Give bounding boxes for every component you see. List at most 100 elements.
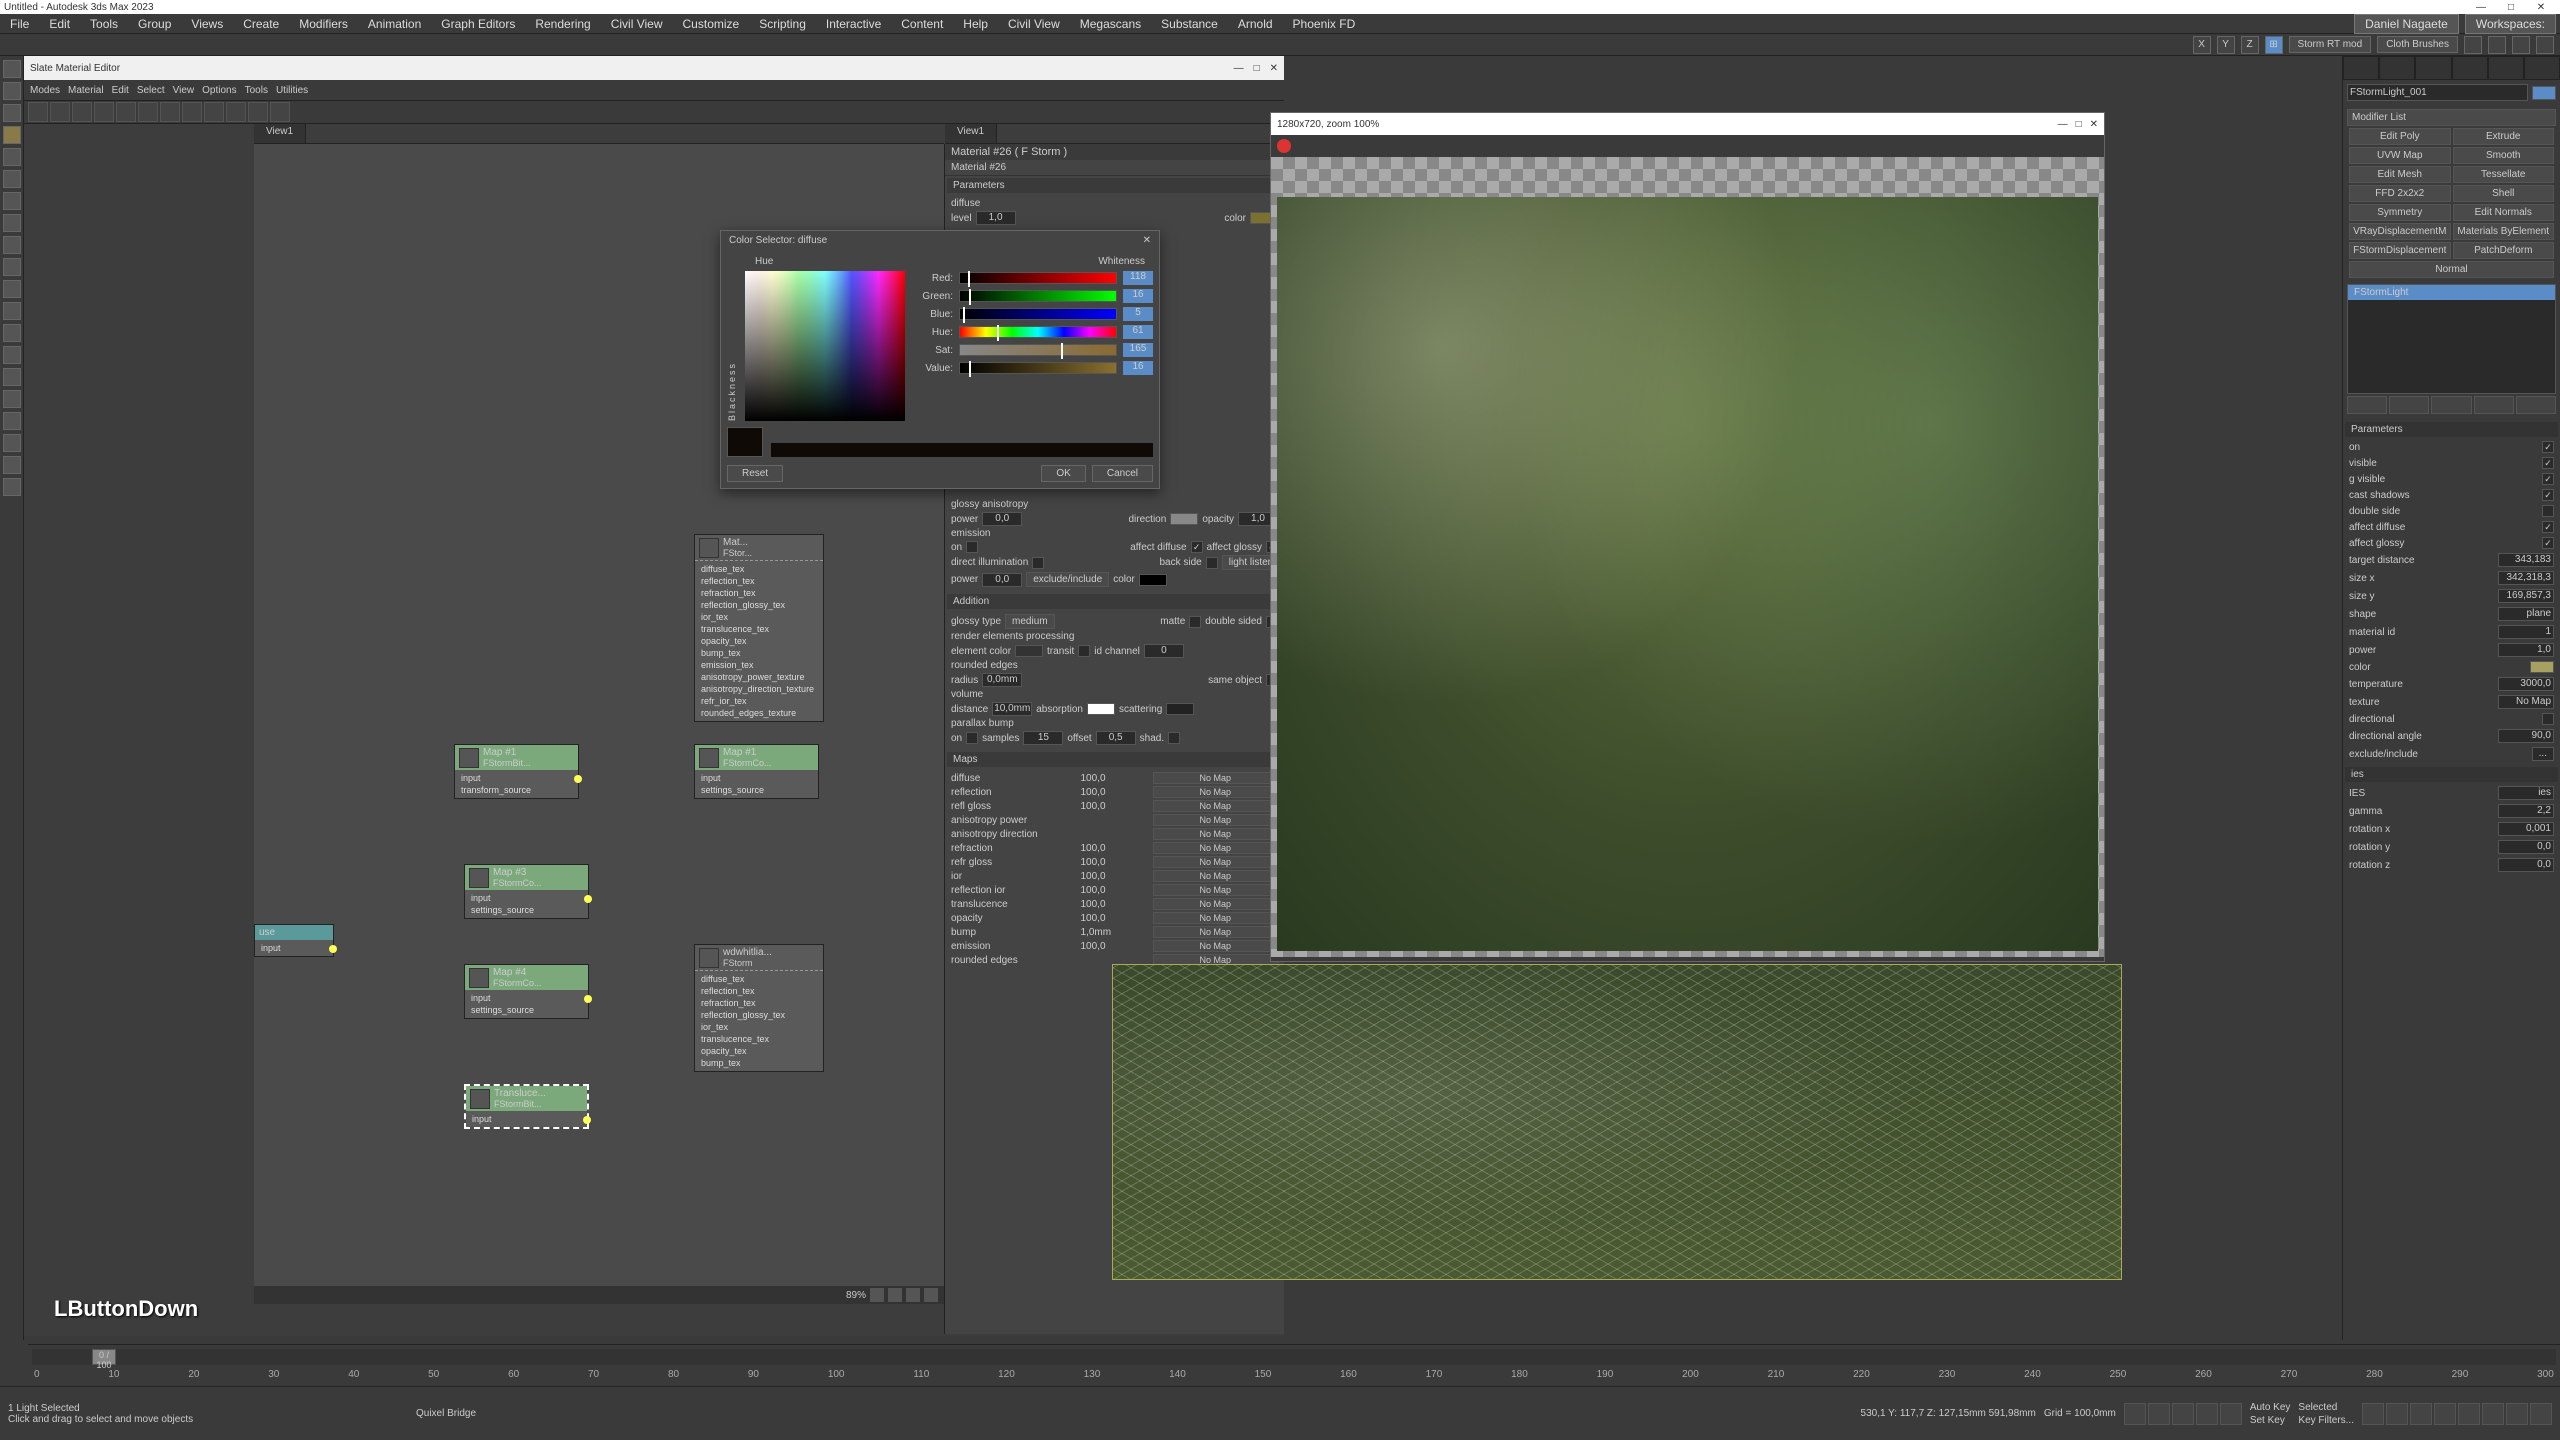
stack-btn[interactable]: [2474, 396, 2514, 414]
menu-edit[interactable]: Edit: [43, 17, 76, 31]
slate-menu[interactable]: Material: [68, 85, 104, 96]
slate-tb-btn[interactable]: [72, 102, 92, 122]
wdwhitlia-node[interactable]: wdwhitlia...FStorm diffuse_texreflection…: [694, 944, 824, 1072]
play-button[interactable]: [2172, 1403, 2194, 1425]
slate-menu[interactable]: Modes: [30, 85, 60, 96]
cmd-rollout-ies[interactable]: ies: [2345, 767, 2558, 782]
left-icon[interactable]: [3, 280, 21, 298]
viewport-nav-button[interactable]: [2530, 1403, 2552, 1425]
tool-icon-3[interactable]: [2512, 36, 2530, 54]
goto-end-button[interactable]: [2220, 1403, 2242, 1425]
prev-frame-button[interactable]: [2148, 1403, 2170, 1425]
viewport-nav-button[interactable]: [2362, 1403, 2384, 1425]
colordlg-close-icon[interactable]: ✕: [1143, 235, 1151, 246]
slate-tb-btn[interactable]: [204, 102, 224, 122]
render-min[interactable]: —: [2058, 119, 2068, 130]
left-icon[interactable]: [3, 192, 21, 210]
left-icon[interactable]: [3, 434, 21, 452]
left-icon[interactable]: [3, 346, 21, 364]
timeline[interactable]: 0 / 100 01020304050607080901001101201301…: [28, 1344, 2560, 1384]
slate-tb-btn[interactable]: [138, 102, 158, 122]
viewport-nav-button[interactable]: [2482, 1403, 2504, 1425]
modifier-list-dropdown[interactable]: Modifier List: [2347, 109, 2556, 126]
cmd-rollout-parameters[interactable]: Parameters: [2345, 422, 2558, 437]
perspective-viewport[interactable]: [1112, 964, 2122, 1280]
tool-icon-2[interactable]: [2488, 36, 2506, 54]
left-icon[interactable]: [3, 82, 21, 100]
left-icon[interactable]: [3, 148, 21, 166]
menu-rendering[interactable]: Rendering: [529, 17, 596, 31]
color-selector-dialog[interactable]: Color Selector: diffuse✕ HueWhiteness Bl…: [720, 230, 1160, 489]
level-spinner[interactable]: 1,0: [976, 211, 1016, 225]
tool-icon-1[interactable]: [2464, 36, 2482, 54]
stack-btn[interactable]: [2389, 396, 2429, 414]
slate-menu[interactable]: Tools: [245, 85, 268, 96]
viewport-nav-button[interactable]: [2410, 1403, 2432, 1425]
close-button[interactable]: ✕: [2526, 2, 2556, 13]
slate-tb-btn[interactable]: [116, 102, 136, 122]
menu-tools[interactable]: Tools: [84, 17, 124, 31]
left-icon[interactable]: [3, 170, 21, 188]
slate-tb-btn[interactable]: [270, 102, 290, 122]
render-close[interactable]: ✕: [2090, 119, 2098, 130]
left-icon[interactable]: [3, 236, 21, 254]
map-node[interactable]: Map #3FStormCo... inputsettings_source: [464, 864, 589, 919]
left-icon[interactable]: [3, 214, 21, 232]
slate-minimize[interactable]: —: [1234, 63, 1244, 74]
object-name-input[interactable]: [2347, 84, 2528, 101]
left-icon[interactable]: [3, 258, 21, 276]
command-panel-tabs[interactable]: [2343, 56, 2560, 80]
color-ok-button[interactable]: OK: [1041, 465, 1085, 482]
hue-saturation-picker[interactable]: [745, 271, 905, 421]
slate-nav-icon[interactable]: [888, 1288, 902, 1302]
auto-key-button[interactable]: Auto Key: [2250, 1402, 2291, 1413]
slate-maximize[interactable]: □: [1254, 63, 1260, 74]
viewport-nav-button[interactable]: [2434, 1403, 2456, 1425]
color-cancel-button[interactable]: Cancel: [1092, 465, 1153, 482]
menu-arnold[interactable]: Arnold: [1232, 17, 1279, 31]
slate-tb-btn[interactable]: [182, 102, 202, 122]
menu-interactive[interactable]: Interactive: [820, 17, 887, 31]
maximize-button[interactable]: □: [2496, 2, 2526, 13]
left-icon[interactable]: [3, 390, 21, 408]
modifier-stack[interactable]: FStormLight: [2347, 284, 2556, 394]
slate-tb-btn[interactable]: [50, 102, 70, 122]
slate-menu[interactable]: Edit: [112, 85, 129, 96]
menu-group[interactable]: Group: [132, 17, 177, 31]
slate-tb-btn[interactable]: [94, 102, 114, 122]
map-node-selected[interactable]: Transluce...FStormBit... input: [464, 1084, 589, 1129]
render-max[interactable]: □: [2076, 119, 2082, 130]
slate-tb-btn[interactable]: [248, 102, 268, 122]
slate-tb-btn[interactable]: [160, 102, 180, 122]
map-node-small[interactable]: use input: [254, 924, 334, 957]
viewport-nav-button[interactable]: [2506, 1403, 2528, 1425]
slate-nav-icon[interactable]: [870, 1288, 884, 1302]
left-icon[interactable]: [3, 60, 21, 78]
left-icon[interactable]: [3, 324, 21, 342]
user-name[interactable]: Daniel Nagaete: [2354, 14, 2459, 34]
stack-btn[interactable]: [2516, 396, 2556, 414]
map-node[interactable]: Map #4FStormCo... inputsettings_source: [464, 964, 589, 1019]
menu-customize[interactable]: Customize: [677, 17, 746, 31]
menu-graph-editors[interactable]: Graph Editors: [435, 17, 521, 31]
tool-icon-4[interactable]: [2536, 36, 2554, 54]
viewport-nav-button[interactable]: [2458, 1403, 2480, 1425]
left-icon[interactable]: [3, 412, 21, 430]
slate-close[interactable]: ✕: [1270, 63, 1278, 74]
menu-modifiers[interactable]: Modifiers: [293, 17, 354, 31]
slate-view-tab[interactable]: View1: [254, 124, 306, 143]
slate-menu[interactable]: Utilities: [276, 85, 308, 96]
storm-rt-button[interactable]: Storm RT mod: [2289, 36, 2372, 53]
menu-views[interactable]: Views: [185, 17, 229, 31]
quixel-bridge-link[interactable]: Quixel Bridge: [416, 1408, 476, 1419]
menu-file[interactable]: File: [4, 17, 35, 31]
axis-x-button[interactable]: X: [2193, 36, 2211, 54]
slate-tb-btn[interactable]: [226, 102, 246, 122]
color-reset-button[interactable]: Reset: [727, 465, 783, 482]
slate-menu[interactable]: Options: [202, 85, 236, 96]
menu-civil-view[interactable]: Civil View: [605, 17, 669, 31]
axis-z-button[interactable]: Z: [2241, 36, 2259, 54]
render-stop-icon[interactable]: [1277, 139, 1291, 153]
slate-menu[interactable]: Select: [137, 85, 165, 96]
left-icon[interactable]: [3, 368, 21, 386]
